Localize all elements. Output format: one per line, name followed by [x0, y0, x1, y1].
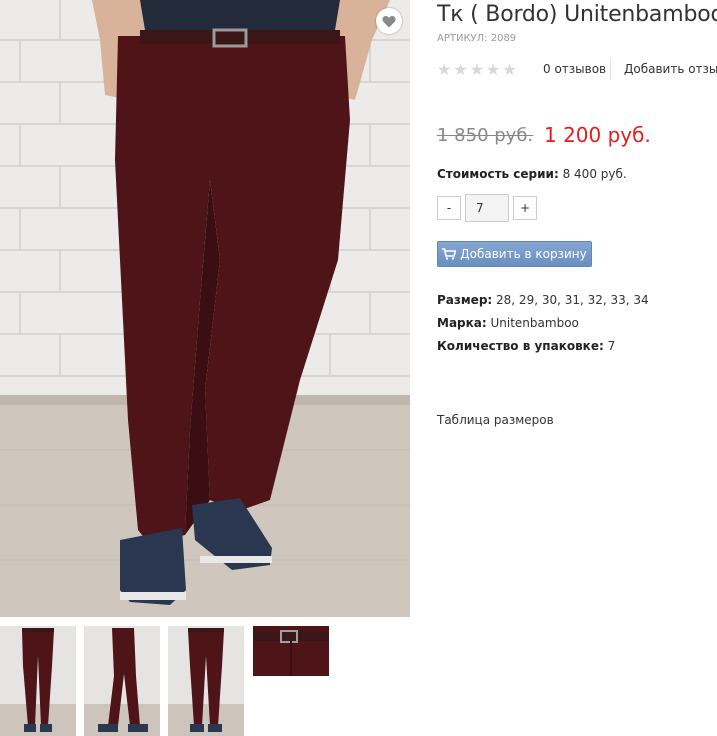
star-icon[interactable]: ★ — [437, 62, 451, 78]
series-cost-value: 8 400 руб. — [562, 167, 627, 181]
reviews-divider — [610, 58, 611, 80]
product-photo-illustration — [0, 0, 410, 617]
cart-icon — [442, 248, 457, 260]
product-main-image[interactable] — [0, 0, 410, 617]
attribute-brand-label: Марка: — [437, 316, 487, 330]
add-review-link[interactable]: Добавить отзыв — [624, 62, 717, 76]
attribute-size-value: 28, 29, 30, 31, 32, 33, 34 — [496, 293, 649, 307]
star-icon[interactable]: ★ — [486, 62, 500, 78]
product-title: Тк ( Bordo) Unitenbamboo — [437, 2, 717, 27]
add-to-wishlist-button[interactable] — [376, 8, 402, 34]
star-icon[interactable]: ★ — [453, 62, 467, 78]
thumbnail-1-image — [0, 626, 76, 736]
series-cost: Стоимость серии: 8 400 руб. — [437, 167, 627, 181]
quantity-input[interactable] — [465, 194, 509, 222]
thumbnail-1[interactable] — [0, 626, 76, 736]
star-icon[interactable]: ★ — [502, 62, 516, 78]
add-to-cart-button[interactable]: Добавить в корзину — [437, 241, 592, 267]
attribute-size: Размер: 28, 29, 30, 31, 32, 33, 34 — [437, 293, 649, 307]
thumbnail-2-image — [84, 626, 160, 736]
thumbnail-4-image — [253, 626, 329, 676]
quantity-decrease-button[interactable]: - — [437, 196, 461, 220]
thumbnail-gallery — [0, 626, 410, 736]
attribute-size-label: Размер: — [437, 293, 493, 307]
thumbnail-3-image — [168, 626, 244, 736]
attribute-brand-value: Unitenbamboo — [490, 316, 579, 330]
current-price: 1 200 руб. — [544, 123, 651, 147]
attribute-pack: Количество в упаковке: 7 — [437, 339, 615, 353]
attribute-pack-value: 7 — [607, 339, 616, 353]
series-cost-label: Стоимость серии: — [437, 167, 559, 181]
thumbnail-3[interactable] — [168, 626, 244, 736]
attribute-brand: Марка: Unitenbamboo — [437, 316, 579, 330]
heart-icon — [382, 15, 396, 27]
thumbnail-2[interactable] — [84, 626, 160, 736]
star-icon[interactable]: ★ — [470, 62, 484, 78]
product-sku: АРТИКУЛ: 2089 — [437, 33, 517, 44]
thumbnail-4[interactable] — [253, 626, 329, 676]
add-to-cart-label: Добавить в корзину — [460, 247, 587, 261]
rating-stars[interactable]: ★ ★ ★ ★ ★ — [437, 60, 519, 80]
quantity-increase-button[interactable]: + — [513, 196, 537, 220]
attribute-pack-label: Количество в упаковке: — [437, 339, 604, 353]
old-price: 1 850 руб. — [437, 125, 534, 146]
reviews-count-link[interactable]: 0 отзывов — [543, 62, 606, 76]
size-table-link[interactable]: Таблица размеров — [437, 413, 554, 427]
